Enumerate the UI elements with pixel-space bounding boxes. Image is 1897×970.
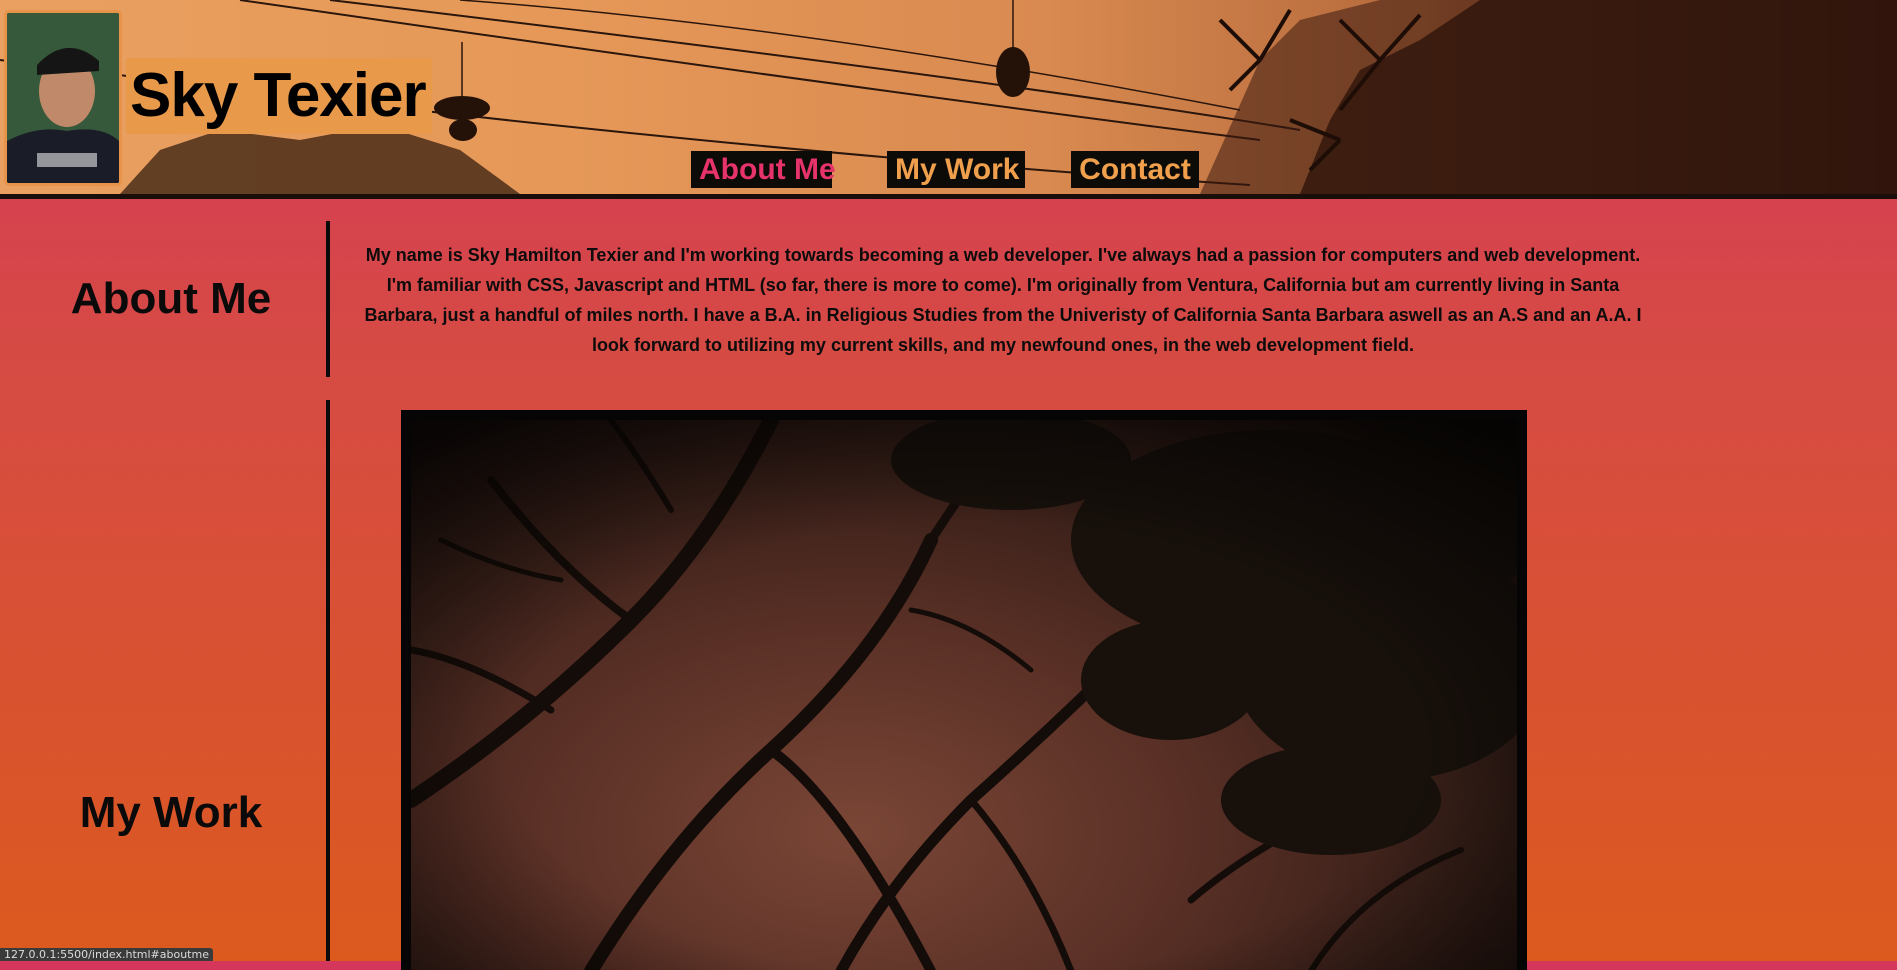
profile-photo	[4, 10, 122, 186]
work-heading: My Work	[79, 788, 263, 837]
site-title-box: Sky Texier	[126, 58, 432, 134]
work-divider	[326, 400, 330, 961]
work-image-frame	[401, 410, 1527, 970]
about-heading: About Me	[70, 274, 272, 323]
nav-contact[interactable]: Contact	[1071, 151, 1199, 188]
site-title: Sky Texier	[130, 61, 427, 130]
browser-status-url: 127.0.0.1:5500/index.html#aboutme	[0, 948, 213, 961]
nav-my-work[interactable]: My Work	[887, 151, 1025, 188]
about-divider	[326, 221, 330, 377]
nav-about-me[interactable]: About Me	[691, 151, 836, 188]
about-body: My name is Sky Hamilton Texier and I'm w…	[364, 245, 1642, 355]
header-divider	[0, 194, 1897, 199]
work-image[interactable]	[411, 420, 1517, 970]
